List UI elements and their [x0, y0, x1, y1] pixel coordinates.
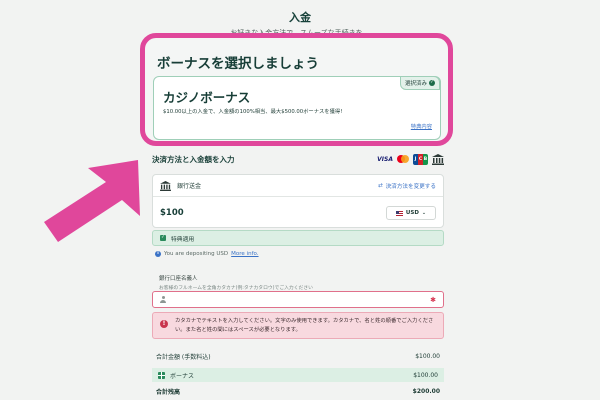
bonus-label: ボーナス — [170, 372, 195, 380]
page-title: 入金 — [289, 11, 311, 24]
bonus-value: $100.00 — [413, 371, 438, 379]
payment-panel: 銀行送金 ⇄ 決済方法を変更する $100 USD ⌄ — [152, 174, 444, 228]
balance-label: 合計残高 — [156, 388, 181, 396]
bonus-description: $10.00以上の入金で、入金額の100%相当、最大$500.00ボーナスを獲得… — [163, 109, 343, 115]
bonus-name: カジノボーナス — [163, 90, 251, 105]
total-value: $100.00 — [415, 352, 440, 360]
change-method-button[interactable]: ⇄ 決済方法を変更する — [378, 182, 436, 190]
currency-value: USD — [405, 210, 419, 216]
bank-method-label: 銀行送金 — [177, 183, 202, 190]
selected-badge-label: 選択済み — [404, 81, 427, 87]
more-info-link[interactable]: More info. — [231, 251, 258, 257]
amount-row: $100 USD ⌄ — [153, 197, 443, 229]
currency-select[interactable]: USD ⌄ — [386, 206, 436, 220]
summary-balance-row: 合計残高 $200.00 — [152, 386, 444, 396]
selected-badge: 選択済み ✓ — [399, 76, 440, 90]
bonus-highlight-frame: ボーナスを選択しましょう 選択済み ✓ カジノボーナス $10.00以上の入金で… — [140, 33, 453, 146]
swap-icon: ⇄ — [377, 182, 383, 189]
payment-method-label: 決済方法と入金額を入力 — [152, 154, 235, 164]
balance-value: $200.00 — [412, 387, 440, 395]
depositing-note: i You are depositing USD More info. — [155, 251, 259, 257]
summary-total-row: 合計金額 (手数料込) $100.00 — [152, 351, 444, 361]
pink-arrow-icon — [44, 160, 140, 242]
error-message: カタカナでテキストを入力してください。文字のみ使用できます。カタカナで、名と姓の… — [175, 318, 434, 333]
gift-icon — [158, 371, 165, 379]
bonus-details-link[interactable]: 特典内容 — [411, 122, 432, 130]
depositing-text: You are depositing USD — [164, 251, 229, 257]
required-icon: ✱ — [430, 295, 436, 304]
error-icon: ! — [160, 320, 168, 328]
change-method-label: 決済方法を変更する — [385, 183, 436, 190]
info-icon: i — [155, 251, 161, 257]
mastercard-icon — [397, 155, 409, 163]
payment-method-row: 決済方法と入金額を入力 VISA J C B — [152, 152, 444, 166]
validation-error: ! カタカナでテキストを入力してください。文字のみ使用できます。カタカナで、名と… — [152, 312, 444, 339]
bank-method: 銀行送金 — [160, 180, 202, 191]
account-holder-label: 銀行口座名義人 — [159, 276, 198, 282]
user-icon — [160, 296, 166, 303]
payment-icons: VISA J C B — [377, 153, 444, 165]
account-holder-hint: お客様のフルネームを全角カタカナ(例:タナカタロウ)でご入力ください — [159, 286, 313, 291]
amount-input[interactable]: $100 — [160, 208, 184, 218]
bonus-row-left: ボーナス — [158, 371, 194, 380]
chevron-down-icon: ⌄ — [421, 210, 427, 216]
visa-icon: VISA — [377, 155, 393, 163]
check-icon: ✓ — [429, 80, 435, 86]
casino-bonus-card[interactable]: 選択済み ✓ カジノボーナス $10.00以上の入金で、入金額の100%相当、最… — [153, 76, 441, 140]
special-rate-banner: ✓ 特典適用 — [152, 230, 444, 246]
bonus-heading: ボーナスを選択しましょう — [157, 56, 319, 72]
bank-icon — [160, 180, 171, 191]
check-icon: ✓ — [160, 235, 166, 241]
jcb-icon: J C B — [413, 153, 428, 165]
us-flag-icon — [395, 210, 403, 216]
bank-transfer-row: 銀行送金 ⇄ 決済方法を変更する — [153, 175, 443, 197]
account-holder-input[interactable]: ✱ — [152, 291, 444, 308]
bank-icon — [432, 153, 444, 165]
total-label: 合計金額 (手数料込) — [156, 353, 211, 361]
summary-bonus-row: ボーナス $100.00 — [152, 368, 444, 382]
special-rate-label: 特典適用 — [171, 236, 195, 243]
